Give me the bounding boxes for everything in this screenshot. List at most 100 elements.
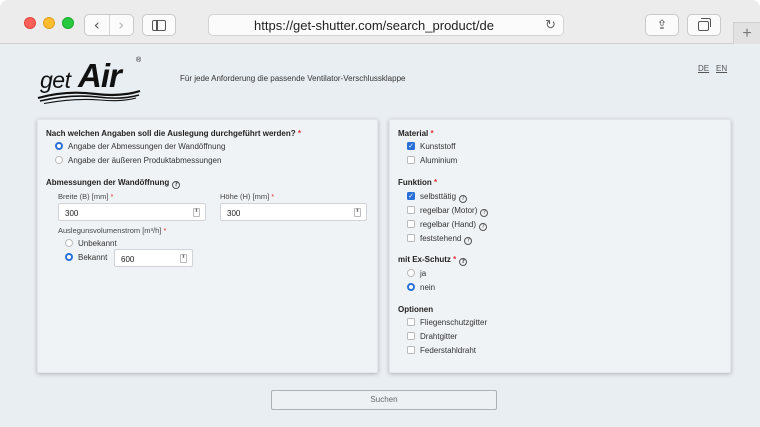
- material-title: Material *: [398, 129, 434, 138]
- help-icon[interactable]: ?: [464, 237, 473, 245]
- radio-outer-dimensions-label[interactable]: Angabe der äußeren Produktabmessungen: [68, 156, 221, 165]
- radio-outer-dimensions[interactable]: [55, 156, 63, 164]
- checkbox-wire-mesh[interactable]: [407, 332, 415, 340]
- help-icon[interactable]: ?: [480, 209, 489, 217]
- radio-ex-no-label[interactable]: nein: [420, 283, 435, 292]
- radio-airflow-known[interactable]: [65, 253, 73, 261]
- checkbox-insect-screen[interactable]: [407, 318, 415, 326]
- design-basis-question-text: Nach welchen Angaben soll die Auslegung …: [46, 129, 296, 138]
- required-marker: *: [430, 129, 434, 138]
- sidebar-toggle-button[interactable]: [142, 14, 176, 36]
- checkbox-plastic[interactable]: ✓: [407, 142, 415, 150]
- required-marker: *: [271, 192, 275, 201]
- required-marker: *: [163, 226, 167, 235]
- function-title: Funktion *: [398, 178, 437, 187]
- reload-icon[interactable]: ↻: [545, 18, 556, 33]
- options-title: Optionen: [398, 305, 434, 314]
- radio-airflow-known-label[interactable]: Bekannt: [78, 253, 107, 262]
- help-icon[interactable]: ?: [479, 223, 488, 231]
- new-tab-button[interactable]: +: [733, 22, 760, 44]
- checkbox-manual-text: regelbar (Hand): [420, 220, 477, 229]
- radio-airflow-unknown[interactable]: [65, 239, 73, 247]
- checkbox-motor-text: regelbar (Motor): [420, 206, 478, 215]
- height-input-value: 300: [227, 209, 241, 218]
- required-marker: *: [453, 255, 457, 264]
- width-input-value: 300: [65, 209, 79, 218]
- checkbox-insect-screen-label[interactable]: Fliegenschutzgitter: [420, 318, 487, 327]
- logo-swoosh-icon: [37, 89, 141, 104]
- radio-ex-yes-label[interactable]: ja: [420, 269, 426, 278]
- language-en-link[interactable]: EN: [716, 64, 727, 73]
- checkbox-motor-label[interactable]: regelbar (Motor)?: [420, 206, 489, 217]
- radio-wall-opening[interactable]: [55, 142, 63, 150]
- checkbox-automatic[interactable]: ✓: [407, 192, 415, 200]
- required-marker: *: [110, 192, 114, 201]
- height-label: Höhe (H) [mm] *: [220, 192, 274, 201]
- help-icon[interactable]: ?: [459, 258, 468, 266]
- getair-logo: get Air ®: [36, 55, 148, 105]
- checkbox-automatic-text: selbsttätig: [420, 192, 457, 201]
- checkbox-wire-mesh-label[interactable]: Drahtgitter: [420, 332, 457, 341]
- checkbox-motor[interactable]: [407, 206, 415, 214]
- url-text: https://get-shutter.com/search_product/d…: [254, 18, 494, 33]
- minimize-window-button[interactable]: [43, 17, 55, 29]
- sidebar-icon: [152, 19, 166, 31]
- ex-protection-title: mit Ex-Schutz *?: [398, 255, 468, 266]
- page-content: get Air ® Für jede Anforderung die passe…: [0, 45, 760, 427]
- share-button[interactable]: ⇪: [645, 14, 679, 36]
- material-title-text: Material: [398, 129, 429, 138]
- radio-airflow-unknown-label[interactable]: Unbekannt: [78, 239, 117, 248]
- airflow-label-text: Auslegunsvolumenstrom [m³/h]: [58, 226, 162, 235]
- dimensions-card: Nach welchen Angaben soll die Auslegung …: [37, 119, 378, 373]
- checkbox-manual-label[interactable]: regelbar (Hand)?: [420, 220, 488, 231]
- width-label-text: Breite (B) [mm]: [58, 192, 109, 201]
- checkbox-fixed[interactable]: [407, 234, 415, 242]
- tab-overview-button[interactable]: [687, 14, 721, 36]
- wall-opening-section-text: Abmessungen der Wandöffnung: [46, 178, 170, 187]
- browser-window: ‹ › https://get-shutter.com/search_produ…: [0, 0, 760, 427]
- tabs-icon: [697, 18, 711, 31]
- radio-wall-opening-label[interactable]: Angabe der Abmessungen der Wandöffnung: [68, 142, 225, 151]
- width-input[interactable]: 300 ⬍: [58, 203, 206, 221]
- checkbox-fixed-text: feststehend: [420, 234, 462, 243]
- close-window-button[interactable]: [24, 17, 36, 29]
- function-title-text: Funktion: [398, 178, 432, 187]
- back-button[interactable]: ‹: [85, 15, 109, 35]
- width-label: Breite (B) [mm] *: [58, 192, 113, 201]
- airflow-input[interactable]: 600 ⬍: [114, 249, 193, 267]
- help-icon[interactable]: ?: [459, 195, 468, 203]
- required-marker: *: [297, 129, 302, 138]
- radio-ex-no[interactable]: [407, 283, 415, 291]
- checkbox-spring-steel[interactable]: [407, 346, 415, 354]
- forward-button[interactable]: ›: [108, 15, 134, 35]
- ex-protection-title-text: mit Ex-Schutz: [398, 255, 451, 264]
- title-bar: ‹ › https://get-shutter.com/search_produ…: [0, 0, 760, 44]
- help-icon[interactable]: ?: [172, 181, 181, 189]
- options-card: Material * ✓ Kunststoff Aluminium Funkti…: [389, 119, 731, 373]
- address-bar[interactable]: https://get-shutter.com/search_product/d…: [208, 14, 564, 36]
- design-basis-question: Nach welchen Angaben soll die Auslegung …: [46, 129, 301, 138]
- airflow-input-value: 600: [121, 255, 135, 264]
- checkbox-fixed-label[interactable]: feststehend?: [420, 234, 473, 245]
- checkbox-manual[interactable]: [407, 220, 415, 228]
- airflow-spinner-icon[interactable]: ⬍: [180, 254, 187, 263]
- logo-registered-mark: ®: [136, 57, 142, 64]
- airflow-label: Auslegunsvolumenstrom [m³/h] *: [58, 226, 166, 235]
- search-button[interactable]: Suchen: [271, 390, 497, 410]
- zoom-window-button[interactable]: [62, 17, 74, 29]
- tagline: Für jede Anforderung die passende Ventil…: [180, 74, 406, 83]
- checkbox-automatic-label[interactable]: selbsttätig?: [420, 192, 468, 203]
- required-marker: *: [434, 178, 438, 187]
- checkbox-aluminium-label[interactable]: Aluminium: [420, 156, 457, 165]
- language-de-link[interactable]: DE: [698, 64, 709, 73]
- height-label-text: Höhe (H) [mm]: [220, 192, 270, 201]
- height-input[interactable]: 300 ⬍: [220, 203, 367, 221]
- checkbox-aluminium[interactable]: [407, 156, 415, 164]
- wall-opening-section-title: Abmessungen der Wandöffnung?: [46, 178, 181, 189]
- checkbox-plastic-label[interactable]: Kunststoff: [420, 142, 455, 151]
- height-spinner-icon[interactable]: ⬍: [354, 208, 361, 217]
- navigation-buttons: ‹ ›: [84, 14, 134, 36]
- checkbox-spring-steel-label[interactable]: Federstahldraht: [420, 346, 476, 355]
- width-spinner-icon[interactable]: ⬍: [193, 208, 200, 217]
- radio-ex-yes[interactable]: [407, 269, 415, 277]
